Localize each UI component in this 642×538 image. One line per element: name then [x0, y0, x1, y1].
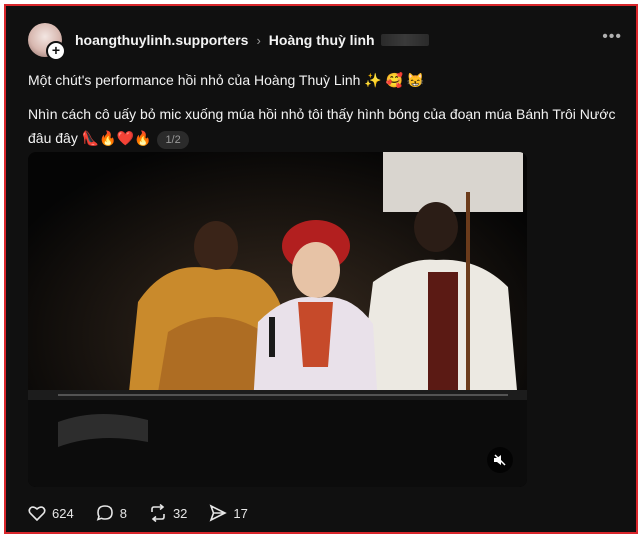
- action-bar: 624 8 32 17: [28, 502, 270, 524]
- mute-icon[interactable]: [487, 447, 513, 473]
- comment-button[interactable]: 8: [96, 504, 127, 522]
- post-text-line-1: Một chút's performance hồi nhỏ của Hoàng…: [28, 72, 425, 88]
- comment-count: 8: [119, 505, 127, 521]
- video-player[interactable]: [28, 152, 527, 487]
- send-icon: [209, 504, 228, 522]
- follow-plus-icon[interactable]: +: [46, 41, 66, 61]
- more-icon[interactable]: •••: [602, 28, 622, 46]
- like-count: 624: [52, 505, 74, 521]
- topic-tag[interactable]: Hoàng thuỳ linh: [269, 32, 375, 48]
- chevron-right-icon: ›: [256, 32, 261, 48]
- like-button[interactable]: 624: [28, 505, 74, 521]
- share-button[interactable]: 17: [209, 504, 248, 522]
- video-frame: [28, 152, 527, 487]
- post-text-line-2: Nhìn cách cô uấy bỏ mic xuống múa hồi nh…: [28, 102, 623, 150]
- repost-button[interactable]: 32: [149, 504, 187, 522]
- repost-count: 32: [172, 505, 188, 521]
- post-card: + hoangthuylinh.supporters › Hoàng thuỳ …: [4, 4, 638, 534]
- post-header: + hoangthuylinh.supporters › Hoàng thuỳ …: [28, 20, 628, 61]
- blurred-region: [380, 34, 429, 46]
- share-count: 17: [233, 505, 248, 521]
- media-pager: 1/2: [157, 131, 189, 149]
- repost-icon: [151, 504, 165, 522]
- avatar[interactable]: +: [28, 23, 66, 61]
- heart-icon: [28, 506, 46, 521]
- author-name[interactable]: hoangthuylinh.supporters: [75, 32, 248, 48]
- post-text-body: Nhìn cách cô uấy bỏ mic xuống múa hồi nh…: [28, 106, 616, 146]
- comment-icon: [96, 505, 113, 521]
